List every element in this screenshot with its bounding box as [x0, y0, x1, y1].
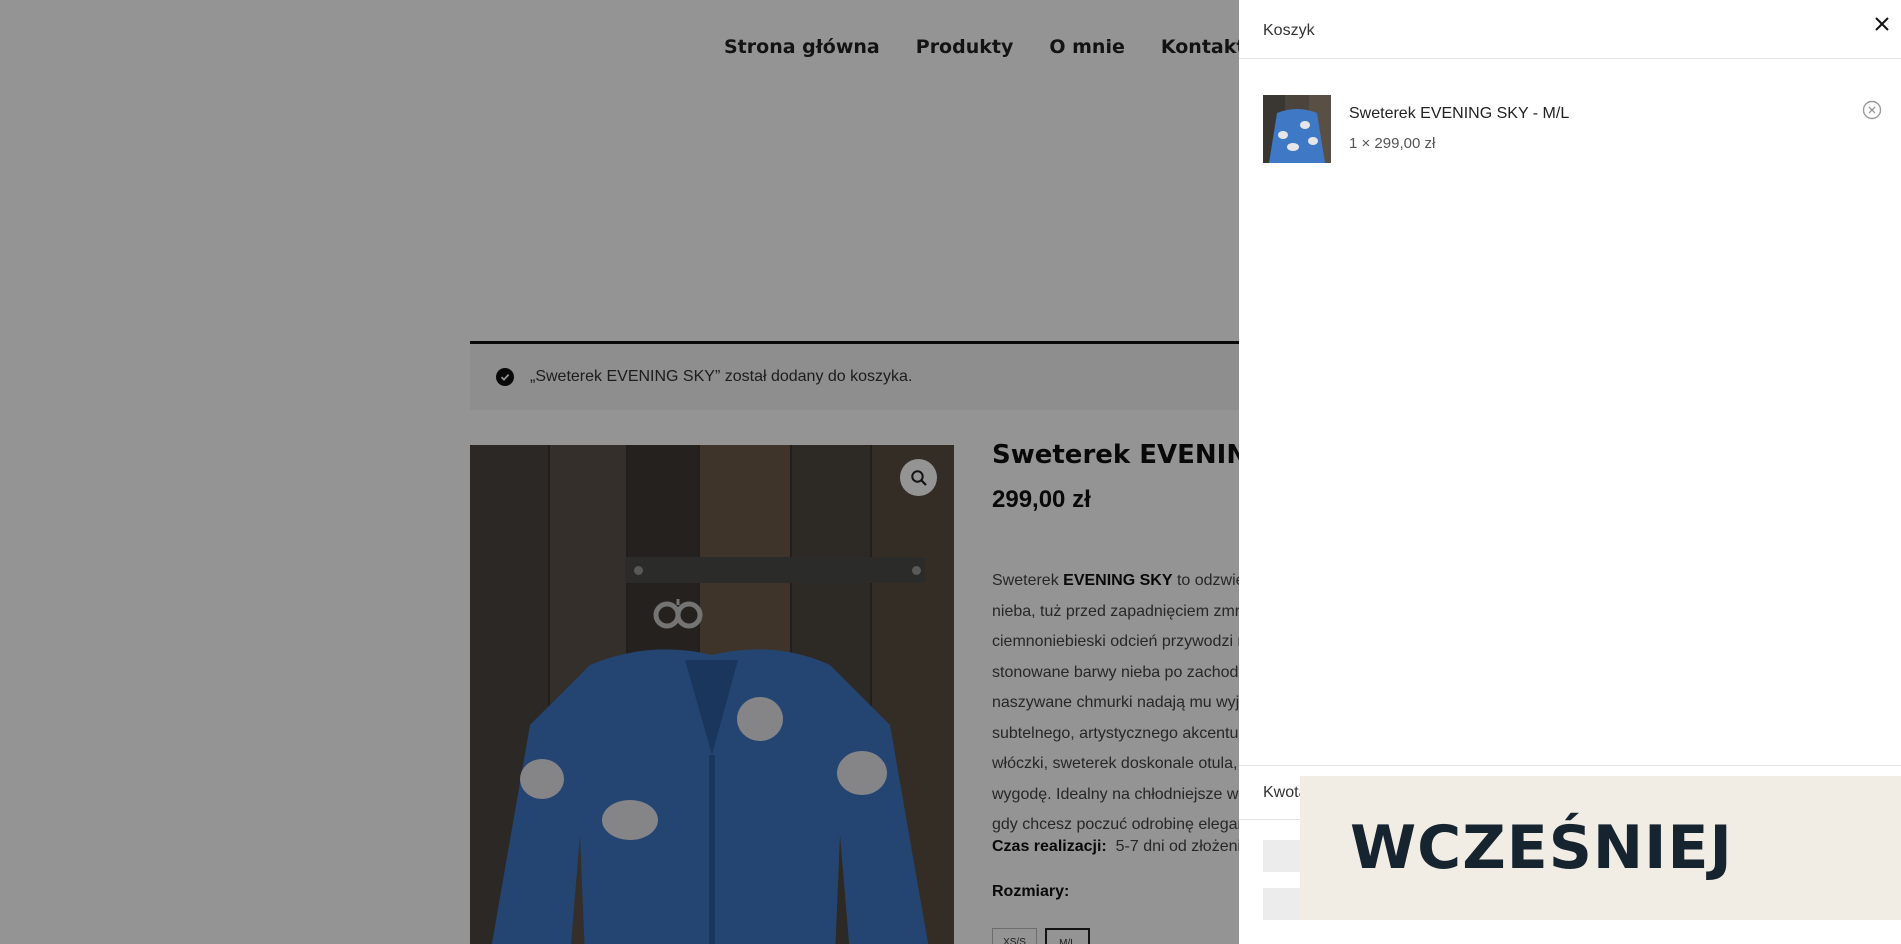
cart-thumbnail-image [1263, 95, 1331, 163]
banner-text: WCZEŚNIEJ [1350, 813, 1733, 883]
earlier-banner: WCZEŚNIEJ [1300, 776, 1901, 920]
close-icon [1875, 17, 1889, 31]
cart-item-name[interactable]: Sweterek EVENING SKY - M/L [1349, 105, 1569, 123]
close-cart-button[interactable] [1872, 14, 1892, 34]
cart-title: Koszyk [1263, 22, 1315, 39]
remove-item-button[interactable] [1862, 100, 1882, 120]
cart-header: Koszyk [1239, 0, 1901, 59]
remove-circle-icon [1862, 100, 1882, 120]
cart-item-quantity-price: 1 × 299,00 zł [1349, 135, 1436, 152]
cart-item: Sweterek EVENING SKY - M/L 1 × 299,00 zł [1263, 95, 1878, 165]
cart-item-thumbnail[interactable] [1263, 95, 1331, 163]
